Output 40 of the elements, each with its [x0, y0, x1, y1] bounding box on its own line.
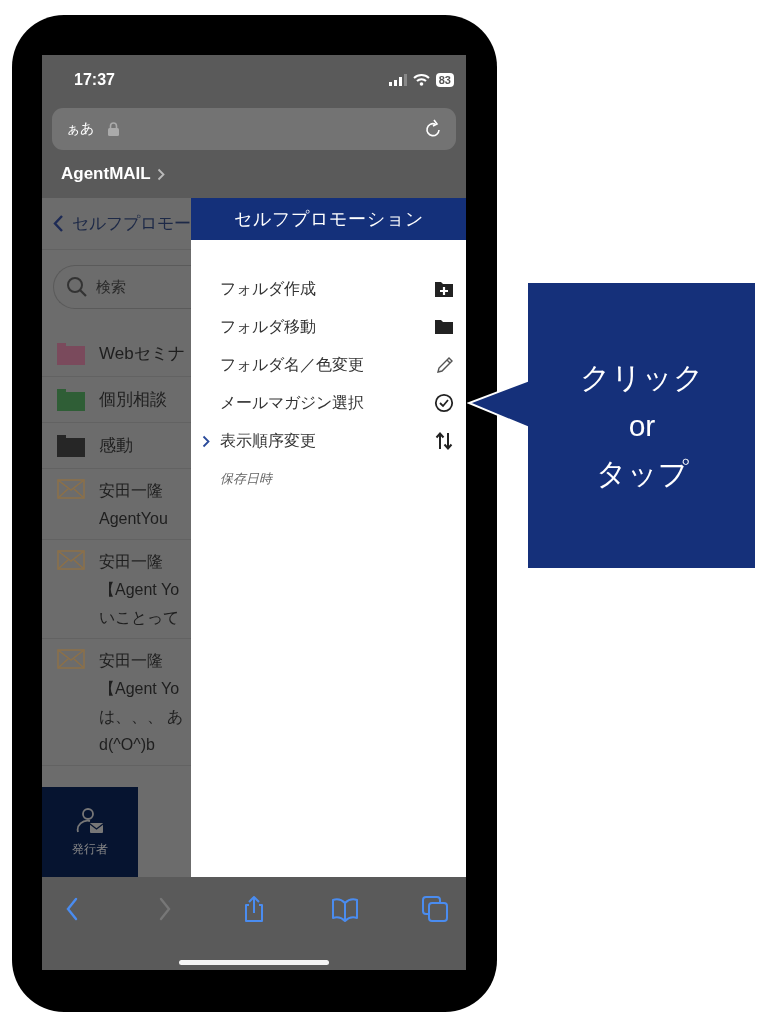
folder-row[interactable]: Webセミナ: [42, 331, 191, 377]
menu-item[interactable]: メールマガジン選択: [191, 384, 454, 422]
wifi-icon: [412, 74, 430, 86]
battery-level: 83: [435, 73, 454, 87]
reload-icon[interactable]: [424, 119, 442, 139]
menu-item[interactable]: フォルダ作成: [191, 270, 454, 308]
envelope-icon: [57, 479, 85, 499]
callout-text: クリック: [580, 359, 704, 396]
callout-text: タップ: [595, 455, 689, 492]
person-mail-icon: [76, 806, 104, 835]
menu-item[interactable]: フォルダ移動: [191, 308, 454, 346]
search-icon: [66, 276, 88, 298]
menu-item[interactable]: 表示順序変更: [191, 422, 454, 460]
site-title[interactable]: AgentMAIL: [61, 164, 151, 184]
envelope-icon: [57, 550, 85, 570]
folder-plus-icon: [434, 279, 454, 299]
back-link[interactable]: セルフプロモー: [72, 212, 191, 235]
lock-icon: [108, 122, 119, 136]
search-placeholder: 検索: [96, 277, 126, 297]
sort-arrows-icon: [434, 431, 454, 451]
address-bar[interactable]: ぁあ: [52, 108, 456, 150]
menu-item[interactable]: フォルダ名／色変更: [191, 346, 454, 384]
folder-icon: [434, 317, 454, 337]
tabs-icon[interactable]: [421, 895, 449, 923]
book-icon[interactable]: [330, 895, 359, 923]
menu-title: セルフプロモーション: [191, 198, 466, 240]
folder-row[interactable]: 個別相談: [42, 377, 191, 423]
text-size-button[interactable]: ぁあ: [66, 120, 94, 138]
envelope-icon: [57, 649, 85, 669]
pencil-icon: [434, 355, 454, 375]
clock-time: 17:37: [74, 71, 115, 89]
chevron-right-icon: [156, 167, 165, 181]
callout-text: or: [628, 407, 656, 444]
check-circle-icon: [434, 393, 454, 413]
tab-label: 発行者: [72, 840, 108, 858]
sort-caption: 保存日時: [220, 470, 272, 488]
folder-row[interactable]: 感動: [42, 423, 191, 469]
back-chevron-icon[interactable]: [53, 214, 64, 233]
tab-bar-item[interactable]: 発行者: [42, 787, 138, 877]
signal-icon: [388, 74, 407, 86]
